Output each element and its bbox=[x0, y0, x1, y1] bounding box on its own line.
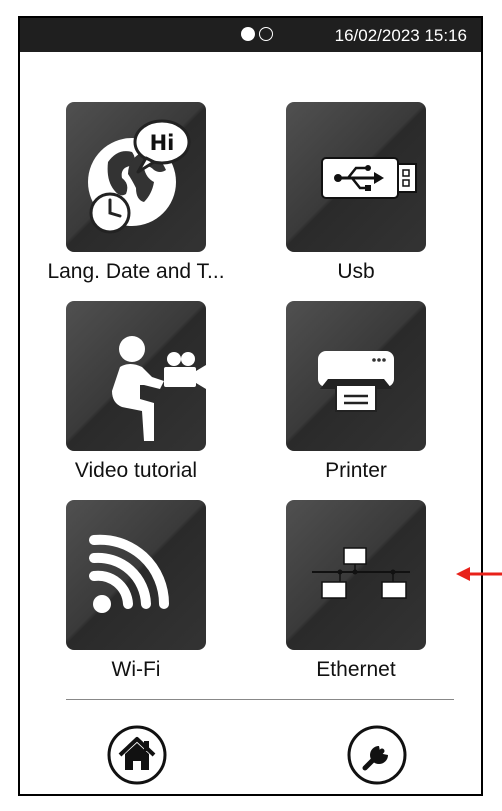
tile-label-language: Lang. Date and T... bbox=[47, 260, 225, 283]
wrench-icon bbox=[347, 725, 407, 785]
device-screen: 16/02/2023 15:16 Hi Lang. Date and T... bbox=[18, 16, 483, 796]
tile-label-wifi: Wi-Fi bbox=[111, 658, 161, 681]
tile-label-usb: Usb bbox=[337, 260, 375, 283]
tile-usb[interactable] bbox=[286, 102, 426, 252]
wifi-icon bbox=[89, 534, 170, 613]
page-indicator bbox=[241, 27, 273, 41]
printer-icon bbox=[318, 351, 394, 412]
ethernet-network-icon bbox=[312, 547, 410, 599]
tile-language-date-time[interactable]: Hi bbox=[66, 102, 206, 252]
page-dot-inactive bbox=[259, 27, 273, 41]
tile-label-video-tutorial: Video tutorial bbox=[74, 459, 198, 482]
tile-wifi[interactable] bbox=[66, 500, 206, 650]
tile-label-printer: Printer bbox=[325, 459, 387, 482]
tile-printer[interactable] bbox=[286, 301, 426, 451]
tools-button[interactable] bbox=[346, 724, 408, 786]
status-datetime: 16/02/2023 15:16 bbox=[334, 26, 467, 45]
usb-icon bbox=[321, 157, 417, 199]
tile-label-ethernet: Ethernet bbox=[316, 658, 396, 681]
red-arrow-icon bbox=[456, 564, 502, 584]
home-icon bbox=[107, 725, 167, 785]
tile-video-tutorial[interactable] bbox=[66, 301, 206, 451]
status-bar: 16/02/2023 15:16 bbox=[20, 18, 481, 52]
person-camera-icon bbox=[112, 336, 206, 441]
svg-text:Hi: Hi bbox=[150, 131, 175, 155]
divider bbox=[66, 699, 454, 700]
tile-ethernet[interactable] bbox=[286, 500, 426, 650]
home-button[interactable] bbox=[106, 724, 168, 786]
globe-speech-clock-icon: Hi bbox=[88, 119, 191, 234]
page-dot-active bbox=[241, 27, 255, 41]
